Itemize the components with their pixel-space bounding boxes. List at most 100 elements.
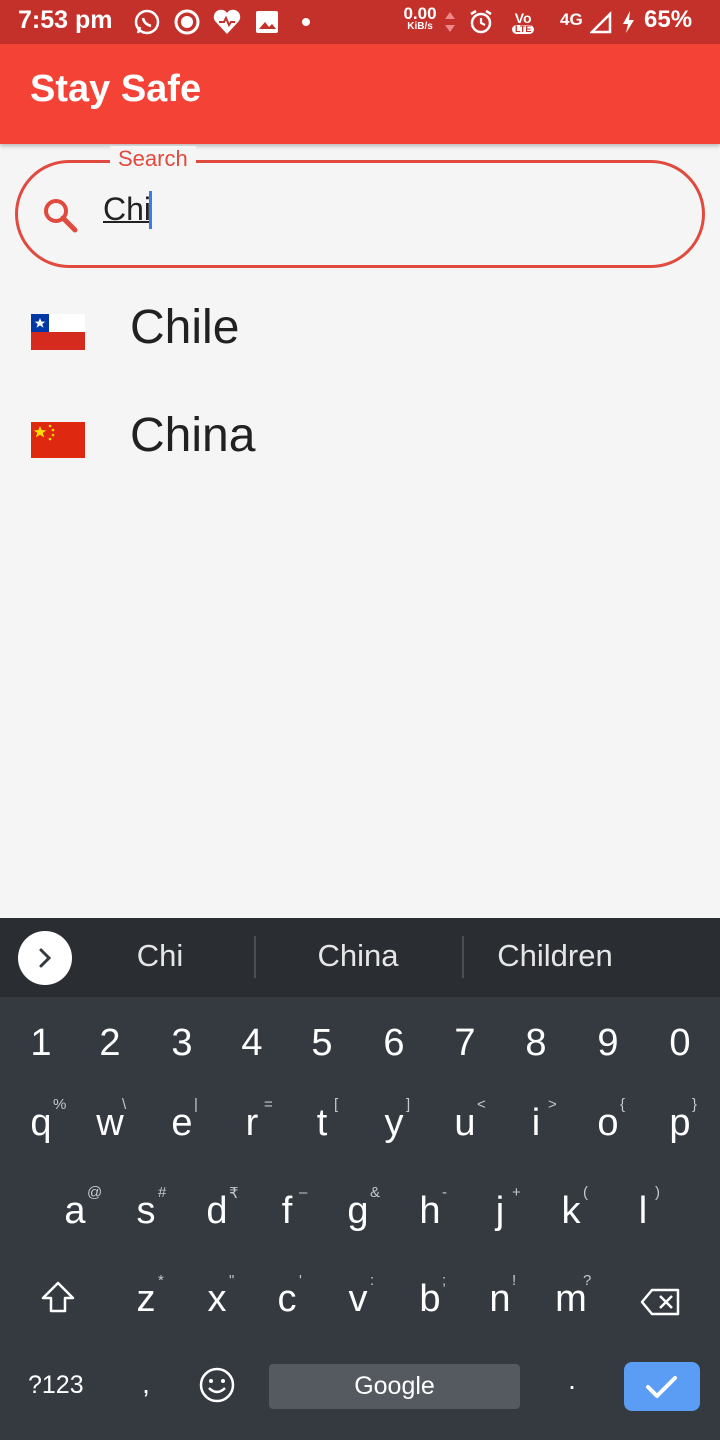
space-bar[interactable]: Google [269,1364,520,1409]
status-time: 7:53 pm [18,6,113,34]
key-u[interactable]: u < [445,1096,485,1145]
suggestion-1[interactable]: Chi [100,938,220,974]
key-hint: ( [583,1184,588,1201]
alarm-icon [467,8,495,36]
key-hint: - [442,1184,447,1201]
volte-icon: Vo LTE [512,8,535,36]
key-hint: \ [122,1096,127,1113]
key-1[interactable]: 1 [21,1022,61,1065]
country-name: Chile [130,301,240,354]
key-i[interactable]: i > [516,1096,557,1145]
app-bar: Stay Safe [0,44,720,144]
period-key[interactable]: . [562,1364,582,1396]
key-w[interactable]: w \ [90,1096,130,1145]
heart-icon [212,8,242,36]
key-v[interactable]: v: [338,1272,378,1321]
list-item-chile[interactable]: Chile [0,276,720,384]
key-j[interactable]: j + [480,1184,521,1233]
key-h[interactable]: h- [410,1184,450,1233]
key-6[interactable]: 6 [374,1022,414,1065]
net-speed-value: 0.00 [403,4,437,23]
key-t[interactable]: t[ [302,1096,342,1145]
emoji-key[interactable] [197,1366,237,1414]
key-x[interactable]: x " [197,1272,237,1321]
comma-key[interactable]: , [136,1368,156,1400]
key-7[interactable]: 7 [445,1022,485,1065]
expand-toolbar-button[interactable] [18,931,72,985]
key-hint: ; [442,1272,447,1289]
suggestion-2[interactable]: China [280,938,436,974]
key-label: 4 [241,1022,263,1064]
key-z[interactable]: z * [126,1272,166,1321]
key-m[interactable]: m? [551,1272,591,1321]
key-3[interactable]: 3 [162,1022,202,1065]
network-type: 4G [560,10,583,29]
key-hint: | [194,1096,198,1113]
key-hint: ₹ [229,1185,239,1202]
key-4[interactable]: 4 [232,1022,272,1065]
key-b[interactable]: b; [410,1272,450,1321]
status-bar: 7:53 pm 0.00 KiB/s Vo LTE 4G 65% [0,0,720,44]
key-hint: + [512,1184,521,1201]
divider [462,936,464,978]
enter-key[interactable] [624,1362,700,1411]
key-o[interactable]: o{ [588,1096,628,1145]
text-cursor [149,191,152,229]
key-l[interactable]: l) [623,1184,663,1233]
key-label: 0 [669,1022,691,1064]
key-hint: = [264,1096,273,1113]
key-0[interactable]: 0 [660,1022,700,1065]
updown-arrow-icon [444,8,456,36]
chile-flag-icon [31,314,85,350]
key-hint: ? [583,1272,592,1289]
country-name: China [130,409,256,462]
key-5[interactable]: 5 [302,1022,342,1065]
suggestion-3[interactable]: Children [480,938,630,974]
key-y[interactable]: y] [374,1096,414,1145]
app-title: Stay Safe [30,68,202,110]
key-r[interactable]: r = [232,1096,273,1145]
key-label: 1 [30,1022,52,1064]
divider [254,936,256,978]
backspace-key[interactable] [640,1284,682,1327]
key-hint: % [53,1096,67,1113]
key-c[interactable]: c ' [267,1272,307,1321]
key-hint: ' [299,1272,302,1289]
key-q[interactable]: q% [21,1096,66,1145]
key-hint: ! [512,1272,517,1289]
key-a[interactable]: a @ [55,1184,102,1233]
key-8[interactable]: 8 [516,1022,556,1065]
lte-label: LTE [512,24,535,34]
key-p[interactable]: p} [660,1096,700,1145]
key-k[interactable]: k( [551,1184,591,1233]
key-label: 7 [454,1022,476,1064]
record-icon [173,8,201,36]
key-2[interactable]: 2 [90,1022,130,1065]
key-f[interactable]: f – [267,1184,308,1233]
key-g[interactable]: g & [338,1184,380,1233]
key-hint: * [158,1272,164,1289]
key-d[interactable]: d ₹ [197,1185,238,1233]
key-hint: } [692,1096,698,1113]
volte-label: Vo [514,9,532,26]
shift-key[interactable] [38,1280,78,1324]
key-9[interactable]: 9 [588,1022,628,1065]
key-hint: ] [406,1096,411,1113]
list-item-china[interactable]: China [0,384,720,492]
key-hint: < [477,1096,486,1113]
key-label: 8 [525,1022,547,1064]
key-hint: { [620,1096,626,1113]
key-e[interactable]: e | [162,1096,202,1145]
key-hint: @ [87,1184,103,1201]
search-field[interactable]: Search Chi [15,146,705,268]
key-hint: ) [655,1184,660,1201]
key-s[interactable]: s # [126,1184,167,1233]
net-speed-unit: KiB/s [407,21,433,32]
key-n[interactable]: n! [480,1272,520,1321]
dot-icon [300,8,312,36]
symbols-key[interactable]: ?123 [28,1371,84,1400]
search-label: Search [110,146,196,172]
search-input[interactable]: Chi [103,191,151,228]
key-label: 3 [171,1022,193,1064]
keyboard: Chi China Children 1 2 3 4 5 6 7 8 9 0 q% w \ e | r = t[ y… [0,918,720,1440]
